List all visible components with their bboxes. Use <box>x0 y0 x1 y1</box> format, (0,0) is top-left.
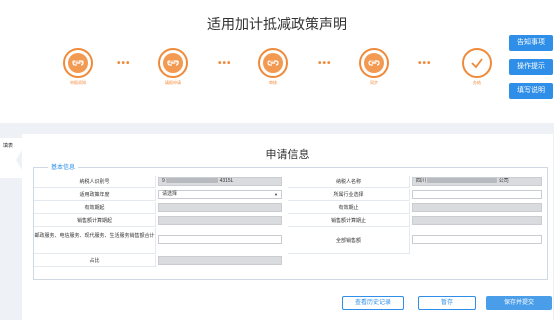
step-4-label: 审核 <box>370 60 377 64</box>
view-history-button[interactable]: 查看历史记录 <box>342 296 404 310</box>
total-sales-label: 全部销售额 <box>288 228 410 254</box>
sales-to-label: 销售额计算期止 <box>288 215 410 227</box>
valid-to-field <box>412 203 542 212</box>
operation-tips-button[interactable]: 操作提示 <box>509 59 553 75</box>
step-4-caption: 同步 <box>370 80 378 85</box>
taxpayer-name-label: 纳税人名称 <box>288 176 410 188</box>
valid-from-label: 有效期起 <box>34 202 156 214</box>
step-2-caption: 填报申请 <box>165 80 181 85</box>
step-5-caption: 办结 <box>473 80 481 85</box>
basic-info-fieldset: 基本信息 纳税人识别号 9 4315L 纳税人名称 四川 公司 适用政策年度 请… <box>33 162 548 280</box>
step-3-caption: 审核 <box>269 80 277 85</box>
application-panel: 申请信息 基本信息 纳税人识别号 9 4315L 纳税人名称 四川 公司 适用政… <box>22 134 553 320</box>
step-separator-3: ••• <box>318 58 332 69</box>
service-sales-label: 邮政服务、电信服务、现代服务、生活服务销售额合计 <box>34 228 156 254</box>
policy-year-select[interactable]: 请选择 ▼ <box>158 190 282 199</box>
step-1: 有疑请咨 申报须知 <box>48 48 108 86</box>
step-5: 办结 <box>447 48 507 86</box>
taxpayer-id-field: 9 4315L <box>158 177 282 186</box>
notice-button[interactable]: 告知事项 <box>509 35 553 51</box>
redacted-block <box>427 178 498 184</box>
fill-tab-label: 填表 <box>3 143 14 149</box>
step-separator-1: ••• <box>117 58 131 69</box>
fill-tab[interactable]: 填表 <box>0 138 22 178</box>
policy-year-label: 适用政策年度 <box>34 189 156 201</box>
valid-from-field <box>158 203 282 212</box>
step-1-caption: 申报须知 <box>70 80 86 85</box>
step-3-circle: 提交 <box>258 48 288 78</box>
service-sales-input[interactable] <box>158 235 282 244</box>
step-4-circle: 审核 <box>359 48 389 78</box>
chevron-down-icon: ▼ <box>274 192 278 197</box>
taxpayer-id-suffix: 4315L <box>219 178 234 184</box>
taxpayer-name-field: 四川 公司 <box>412 177 542 186</box>
step-1-label: 有疑请咨 <box>71 60 84 64</box>
fieldset-legend: 基本信息 <box>48 162 79 171</box>
step-2-circle: 填报须知 <box>158 48 188 78</box>
save-and-submit-button[interactable]: 保存并提交 <box>486 296 552 310</box>
total-sales-input[interactable] <box>412 235 542 244</box>
sales-from-field <box>158 216 282 225</box>
steps-panel: 适用加计抵减政策声明 有疑请咨 申报须知 ••• 填报须知 填报申请 ••• 提… <box>0 0 554 123</box>
sales-to-field <box>412 216 542 225</box>
save-draft-button[interactable]: 暂存 <box>418 296 476 310</box>
step-5-circle <box>462 48 492 78</box>
fill-instructions-button[interactable]: 填写说明 <box>509 83 553 99</box>
industry-input[interactable] <box>412 190 542 199</box>
step-separator-4: ••• <box>418 58 432 69</box>
industry-label: 所属行业选择 <box>288 189 410 201</box>
taxpayer-name-prefix: 四川 <box>416 178 427 184</box>
valid-to-label: 有效期止 <box>288 202 410 214</box>
taxpayer-name-suffix: 公司 <box>498 178 509 184</box>
step-4: 审核 同步 <box>344 48 404 86</box>
step-2: 填报须知 填报申请 <box>143 48 203 86</box>
step-separator-2: ••• <box>218 58 232 69</box>
policy-year-value: 请选择 <box>162 191 178 197</box>
taxpayer-id-prefix: 9 <box>162 178 165 184</box>
sales-from-label: 销售额计算期起 <box>34 215 156 227</box>
ratio-label: 占比 <box>34 255 156 267</box>
check-icon <box>471 58 483 69</box>
step-3-label: 提交 <box>269 60 276 64</box>
taxpayer-id-label: 纳税人识别号 <box>34 176 156 188</box>
page-title: 适用加计抵减政策声明 <box>207 16 347 32</box>
section-title: 申请信息 <box>265 149 310 161</box>
step-3: 提交 审核 <box>243 48 303 86</box>
step-2-label: 填报须知 <box>166 60 179 64</box>
step-1-circle: 有疑请咨 <box>63 48 93 78</box>
ratio-field <box>158 256 282 265</box>
redacted-block <box>166 178 219 184</box>
